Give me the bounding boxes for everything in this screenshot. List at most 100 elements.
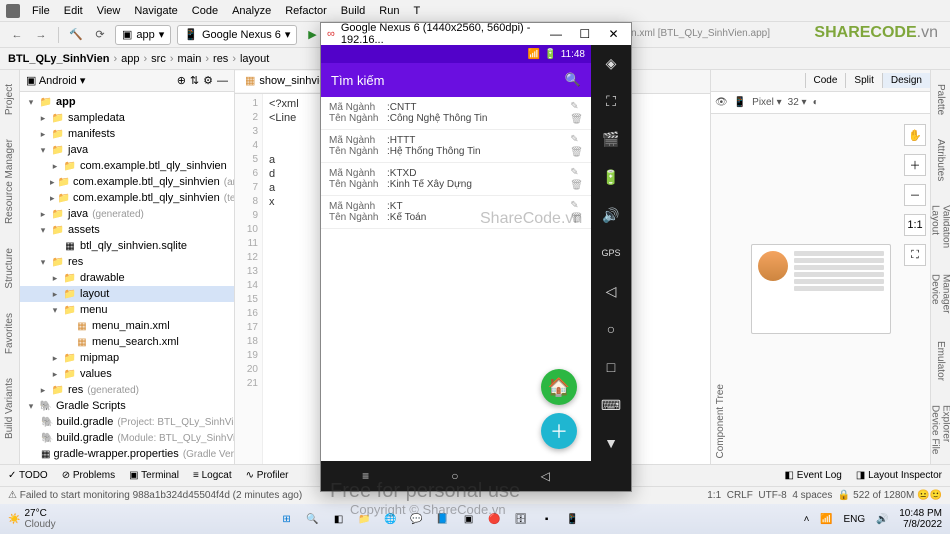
menu-analyze[interactable]: Analyze [226, 3, 277, 19]
favorites-tab[interactable]: Favorites [4, 307, 15, 360]
project-tab[interactable]: Project [4, 78, 15, 121]
emu-rotate-icon[interactable]: ◈ [599, 51, 623, 75]
tree-item[interactable]: ▸📁com.example.btl_qly_sinhvien(test) [20, 190, 234, 206]
nav-menu-icon[interactable]: ≡ [362, 469, 369, 483]
logcat-tab[interactable]: ≡ Logcat [193, 470, 232, 481]
attributes-tab[interactable]: Attributes [935, 133, 946, 187]
tree-item[interactable]: ▦menu_main.xml [20, 318, 234, 334]
menu-build[interactable]: Build [335, 3, 371, 19]
structure-tab[interactable]: Structure [4, 242, 15, 295]
list-item[interactable]: Mã Ngành:CNTTTên Ngành:Công Nghệ Thông T… [321, 97, 591, 130]
profiler-tab[interactable]: ∿ Profiler [246, 470, 289, 481]
tree-item[interactable]: ▸📁mipmap [20, 350, 234, 366]
panel-filter-icon[interactable]: ⇅ [190, 74, 199, 87]
emu-back-icon[interactable]: ◁ [599, 279, 623, 303]
theme-icon[interactable]: ◐ [813, 97, 819, 108]
build-variants-tab[interactable]: Build Variants [4, 372, 15, 445]
palette-tab[interactable]: Palette [935, 78, 946, 121]
menu-edit[interactable]: Edit [58, 3, 89, 19]
layout-valid-tab[interactable]: Layout Validation [930, 199, 950, 256]
pixel-combo[interactable]: Pixel ▾ [752, 97, 781, 108]
orientation-icon[interactable]: 📱 [734, 97, 746, 108]
menu-tools[interactable]: T [407, 3, 426, 19]
emulator-tab[interactable]: Emulator [935, 335, 946, 387]
cmd-icon[interactable]: ▪ [536, 508, 558, 530]
todo-tab[interactable]: ✓ TODO [8, 470, 48, 481]
panel-hide-icon[interactable]: — [217, 75, 228, 87]
tree-item[interactable]: ▸📁com.example.btl_qly_sinhvien [20, 158, 234, 174]
run-icon[interactable]: ▶ [303, 26, 321, 44]
emulator-titlebar[interactable]: ∞ Google Nexus 6 (1440x2560, 560dpi) - 1… [321, 23, 631, 45]
expand-icon[interactable]: ⛶ [904, 244, 926, 266]
tree-item[interactable]: ▦menu_search.xml [20, 334, 234, 350]
tray-lang[interactable]: ENG [844, 514, 866, 525]
layout-inspector-tab[interactable]: ◨ Layout Inspector [856, 470, 942, 481]
project-tree[interactable]: ▾📁app▸📁sampledata▸📁manifests▾📁java▸📁com.… [20, 92, 234, 464]
tree-item[interactable]: ▾📁app [20, 94, 234, 110]
tree-item[interactable]: ▾📁assets [20, 222, 234, 238]
phone-content[interactable]: Mã Ngành:CNTTTên Ngành:Công Nghệ Thông T… [321, 97, 591, 461]
tray-wifi-icon[interactable]: 📶 [820, 514, 832, 525]
tree-item[interactable]: ▸📁res(generated) [20, 382, 234, 398]
tray-clock[interactable]: 10:48 PM7/8/2022 [899, 508, 942, 530]
tree-item[interactable]: ▸📁java(generated) [20, 206, 234, 222]
tree-item[interactable]: ▾📁res [20, 254, 234, 270]
search-icon[interactable]: 🔍 [302, 508, 324, 530]
tree-item[interactable]: 🐘build.gradle(Module: BTL_QLy_SinhVien.a… [20, 430, 234, 446]
fab-add[interactable]: ＋ [541, 413, 577, 449]
mode-design[interactable]: Design [882, 73, 930, 88]
nav-back-icon[interactable]: ◁ [541, 469, 550, 483]
sync-icon[interactable]: ⟳ [91, 26, 109, 44]
memory[interactable]: 522 of 1280M [853, 490, 914, 501]
encoding[interactable]: UTF-8 [758, 490, 786, 501]
weather-widget[interactable]: ☀️ 27°CCloudy [8, 508, 56, 530]
zalo-icon[interactable]: 💬 [406, 508, 428, 530]
nav-back-icon[interactable]: ← [8, 26, 26, 44]
crumb-res[interactable]: res [213, 53, 228, 65]
menu-refactor[interactable]: Refactor [279, 3, 333, 19]
taskview-icon[interactable]: ◧ [328, 508, 350, 530]
build-icon[interactable]: 🔨 [67, 26, 85, 44]
fit-icon[interactable]: 1:1 [904, 214, 926, 236]
event-log-tab[interactable]: ◧ Event Log [785, 470, 842, 481]
api-combo[interactable]: 32 ▾ [788, 97, 807, 108]
tree-item[interactable]: ▦btl_qly_sinhvien.sqlite [20, 238, 234, 254]
emu-gps-icon[interactable]: GPS [599, 241, 623, 265]
tree-item[interactable]: ▸📁values [20, 366, 234, 382]
menu-code[interactable]: Code [186, 3, 224, 19]
device-file-tab[interactable]: Device File Explorer [930, 399, 950, 464]
list-item[interactable]: Mã Ngành:KTTên Ngành:Kế Toán✎🗑 [321, 196, 591, 229]
as-icon[interactable]: ▣ [458, 508, 480, 530]
tree-item[interactable]: ▸📁com.example.btl_qly_sinhvien(androidTe… [20, 174, 234, 190]
tree-item[interactable]: ▦gradle-wrapper.properties(Gradle Versio… [20, 446, 234, 462]
emu-battery-icon[interactable]: 🔋 [599, 165, 623, 189]
word-icon[interactable]: 📘 [432, 508, 454, 530]
crumb-root[interactable]: BTL_QLy_SinhVien [8, 53, 109, 65]
tree-item[interactable]: ▸📁drawable [20, 270, 234, 286]
fab-home[interactable]: 🏠 [541, 369, 577, 405]
tree-item[interactable]: ▦proguard-rules.pro(ProGuard Rules for B… [20, 462, 234, 464]
close-button[interactable]: ✕ [602, 27, 625, 41]
design-canvas[interactable]: ✋ ＋ － 1:1 ⛶ Component Tree [711, 114, 930, 464]
emu-overview-icon[interactable]: □ [599, 355, 623, 379]
chrome-icon[interactable]: 🔴 [484, 508, 506, 530]
emu-down-icon[interactable]: ▼ [599, 431, 623, 455]
emu-keyboard-icon[interactable]: ⌨ [599, 393, 623, 417]
indent[interactable]: 4 spaces [792, 490, 832, 501]
line-sep[interactable]: CRLF [727, 490, 753, 501]
emu-icon[interactable]: 📱 [562, 508, 584, 530]
device-mgr-tab[interactable]: Device Manager [930, 268, 950, 323]
list-item[interactable]: Mã Ngành:KTXDTên Ngành:Kinh Tế Xây Dựng✎… [321, 163, 591, 196]
tray-vol-icon[interactable]: 🔊 [876, 514, 888, 525]
min-button[interactable]: — [545, 27, 568, 41]
tree-item[interactable]: ▾📁menu [20, 302, 234, 318]
terminal-tab[interactable]: ▣ Terminal [129, 470, 179, 481]
crumb-main[interactable]: main [178, 53, 202, 65]
tree-item[interactable]: ▾🐘Gradle Scripts [20, 398, 234, 414]
resource-mgr-tab[interactable]: Resource Manager [4, 133, 15, 230]
explorer-icon[interactable]: 📁 [354, 508, 376, 530]
menu-run[interactable]: Run [373, 3, 405, 19]
module-combo[interactable]: ▣ app ▾ [115, 25, 171, 45]
tree-item[interactable]: ▾📁java [20, 142, 234, 158]
menu-navigate[interactable]: Navigate [128, 3, 183, 19]
